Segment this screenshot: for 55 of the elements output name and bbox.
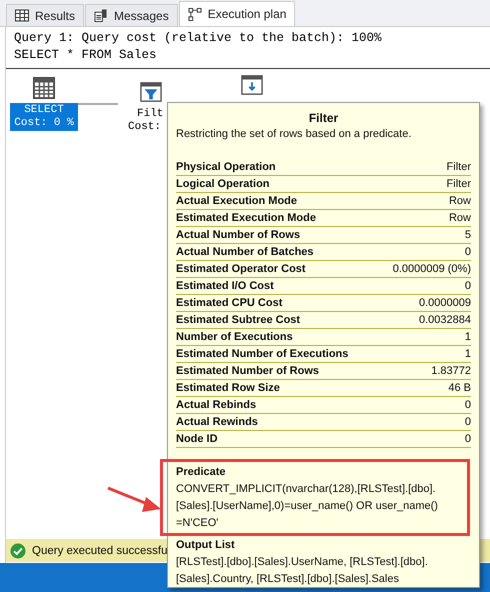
property-value: Row bbox=[448, 211, 471, 226]
document-icon bbox=[94, 9, 108, 22]
property-value: 0 bbox=[464, 245, 471, 260]
property-name: Estimated I/O Cost bbox=[176, 279, 274, 294]
property-name: Estimated Operator Cost bbox=[176, 262, 306, 277]
table-icon[interactable] bbox=[33, 77, 55, 99]
property-name: Logical Operation bbox=[176, 177, 270, 192]
property-value: Filter bbox=[446, 160, 471, 175]
property-value: 1.83772 bbox=[431, 364, 471, 379]
check-icon bbox=[10, 542, 26, 558]
property-name: Number of Executions bbox=[176, 330, 293, 345]
property-name: Estimated Number of Rows bbox=[176, 364, 320, 379]
property-name: Actual Execution Mode bbox=[176, 194, 298, 209]
property-value: Filter bbox=[446, 177, 471, 192]
property-value: 0.0000009 (0%) bbox=[392, 262, 471, 277]
status-text: Query executed successfu bbox=[32, 544, 168, 556]
property-value: 5 bbox=[464, 228, 471, 243]
property-name: Estimated CPU Cost bbox=[176, 296, 282, 311]
property-name: Estimated Number of Executions bbox=[176, 347, 348, 362]
property-value: 46 B bbox=[448, 381, 471, 396]
property-value: 1 bbox=[464, 330, 471, 345]
property-value: 0 bbox=[464, 432, 471, 447]
property-value: 0.0000009 bbox=[419, 296, 471, 311]
property-name: Estimated Subtree Cost bbox=[176, 313, 300, 328]
property-name: Actual Number of Batches bbox=[176, 245, 314, 260]
operator-label[interactable]: SELECT Cost: 0 % bbox=[10, 103, 78, 131]
filter-icon[interactable] bbox=[140, 81, 162, 103]
section-heading: Predicate bbox=[176, 465, 227, 480]
tab[interactable]: Results bbox=[6, 4, 84, 26]
operator-label[interactable]: Filt Cost: bbox=[128, 107, 164, 135]
section-heading: Output List bbox=[176, 538, 236, 553]
property-value: 0.0032884 bbox=[419, 313, 471, 328]
property-name: Estimated Execution Mode bbox=[176, 211, 316, 226]
diagram-icon bbox=[188, 8, 202, 20]
table-scan-icon[interactable] bbox=[241, 74, 263, 96]
property-value: 1 bbox=[464, 347, 471, 362]
property-value: 0 bbox=[464, 279, 471, 294]
query-text: SELECT * FROM Sales bbox=[14, 47, 158, 64]
property-name: Actual Rebinds bbox=[176, 398, 256, 413]
property-name: Actual Rewinds bbox=[176, 415, 258, 430]
property-name: Physical Operation bbox=[176, 160, 276, 175]
property-name: Estimated Row Size bbox=[176, 381, 280, 396]
query-text: Query 1: Query cost (relative to the batch): 100% bbox=[14, 30, 383, 47]
section-text: [RLSTest].[dbo].[Sales].UserName, [RLSTest].[dbo]. [Sales].Country, [RLSTest].[dbo].[Sales].Sales bbox=[176, 555, 428, 587]
property-name: Node ID bbox=[176, 432, 218, 447]
grid-icon bbox=[15, 9, 29, 22]
tooltip-title: Filter bbox=[308, 111, 340, 125]
property-value: 0 bbox=[464, 415, 471, 430]
section-text: CONVERT_IMPLICIT(nvarchar(128),[RLSTest].[dbo]. [Sales].[UserName],0)=user_name() OR user_name() =N'CEO' bbox=[176, 482, 438, 531]
tab[interactable]: Execution plan bbox=[178, 1, 296, 26]
tooltip-description: Restricting the set of rows based on a predicate. bbox=[176, 128, 412, 140]
property-value: 0 bbox=[464, 398, 471, 413]
property-value: Row bbox=[448, 194, 471, 209]
property-name: Actual Number of Rows bbox=[176, 228, 300, 243]
tab[interactable]: Messages bbox=[85, 4, 178, 26]
